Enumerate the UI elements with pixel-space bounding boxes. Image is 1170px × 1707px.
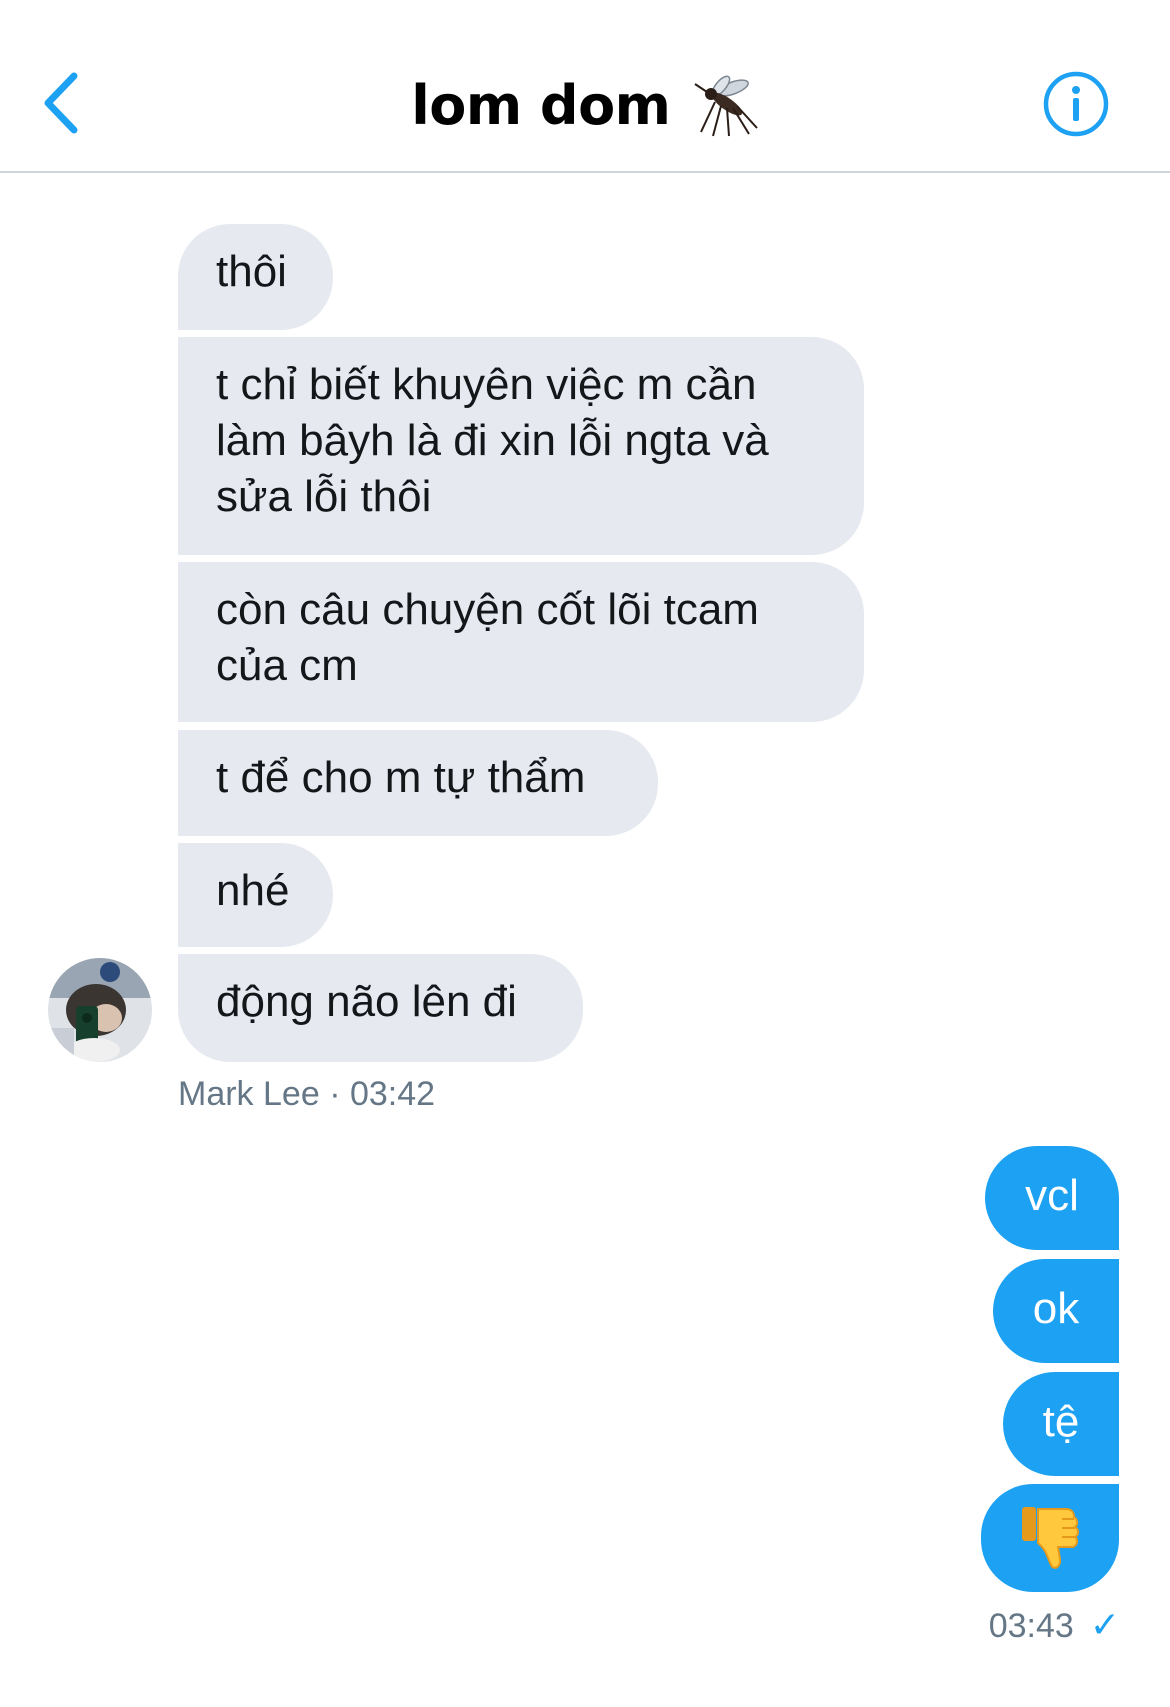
- thumbs-down-emoji: [1022, 1507, 1079, 1569]
- conversation-title-wrap: lom dom: [0, 72, 1170, 138]
- incoming-message[interactable]: t chỉ biết khuyên việc m cần làm bâyh là…: [178, 337, 864, 555]
- message-text: ok: [1032, 1284, 1080, 1333]
- conversation-title: lom dom: [411, 74, 671, 137]
- message-text: thôi: [216, 247, 287, 296]
- incoming-meta: Mark Lee · 03:42: [178, 1075, 435, 1114]
- outgoing-message[interactable]: ok: [993, 1259, 1119, 1363]
- sender-name: Mark Lee: [178, 1075, 320, 1113]
- message-text: t chỉ biết khuyên việc m cần làm bâyh là…: [216, 360, 769, 521]
- incoming-message[interactable]: thôi: [178, 224, 333, 330]
- mosquito-icon: [694, 75, 758, 137]
- outgoing-message[interactable]: tệ: [1003, 1372, 1119, 1476]
- outgoing-message[interactable]: [981, 1484, 1119, 1592]
- message-text: còn câu chuyện cốt lõi tcam của cm: [216, 585, 759, 690]
- check-icon: ✓: [1089, 1604, 1120, 1645]
- message-time: 03:43: [988, 1607, 1074, 1645]
- info-button[interactable]: [1042, 70, 1110, 138]
- meta-separator: ·: [329, 1075, 341, 1113]
- message-text: tệ: [1042, 1397, 1080, 1446]
- info-icon: [1043, 71, 1109, 137]
- avatar[interactable]: [48, 958, 152, 1062]
- message-time: 03:42: [349, 1075, 436, 1113]
- incoming-message[interactable]: còn câu chuyện cốt lõi tcam của cm: [178, 562, 864, 722]
- incoming-message[interactable]: t để cho m tự thẩm: [178, 730, 658, 836]
- conversation-header: lom dom: [0, 0, 1170, 173]
- message-text: t để cho m tự thẩm: [216, 753, 586, 802]
- outgoing-message[interactable]: vcl: [985, 1146, 1119, 1250]
- message-text: nhé: [216, 866, 290, 915]
- message-text: vcl: [1025, 1171, 1079, 1220]
- message-text: động não lên đi: [216, 977, 517, 1026]
- avatar-image: [48, 958, 152, 1062]
- outgoing-meta: 03:43 ✓: [989, 1604, 1120, 1646]
- incoming-message[interactable]: động não lên đi: [178, 954, 583, 1062]
- incoming-message[interactable]: nhé: [178, 843, 333, 947]
